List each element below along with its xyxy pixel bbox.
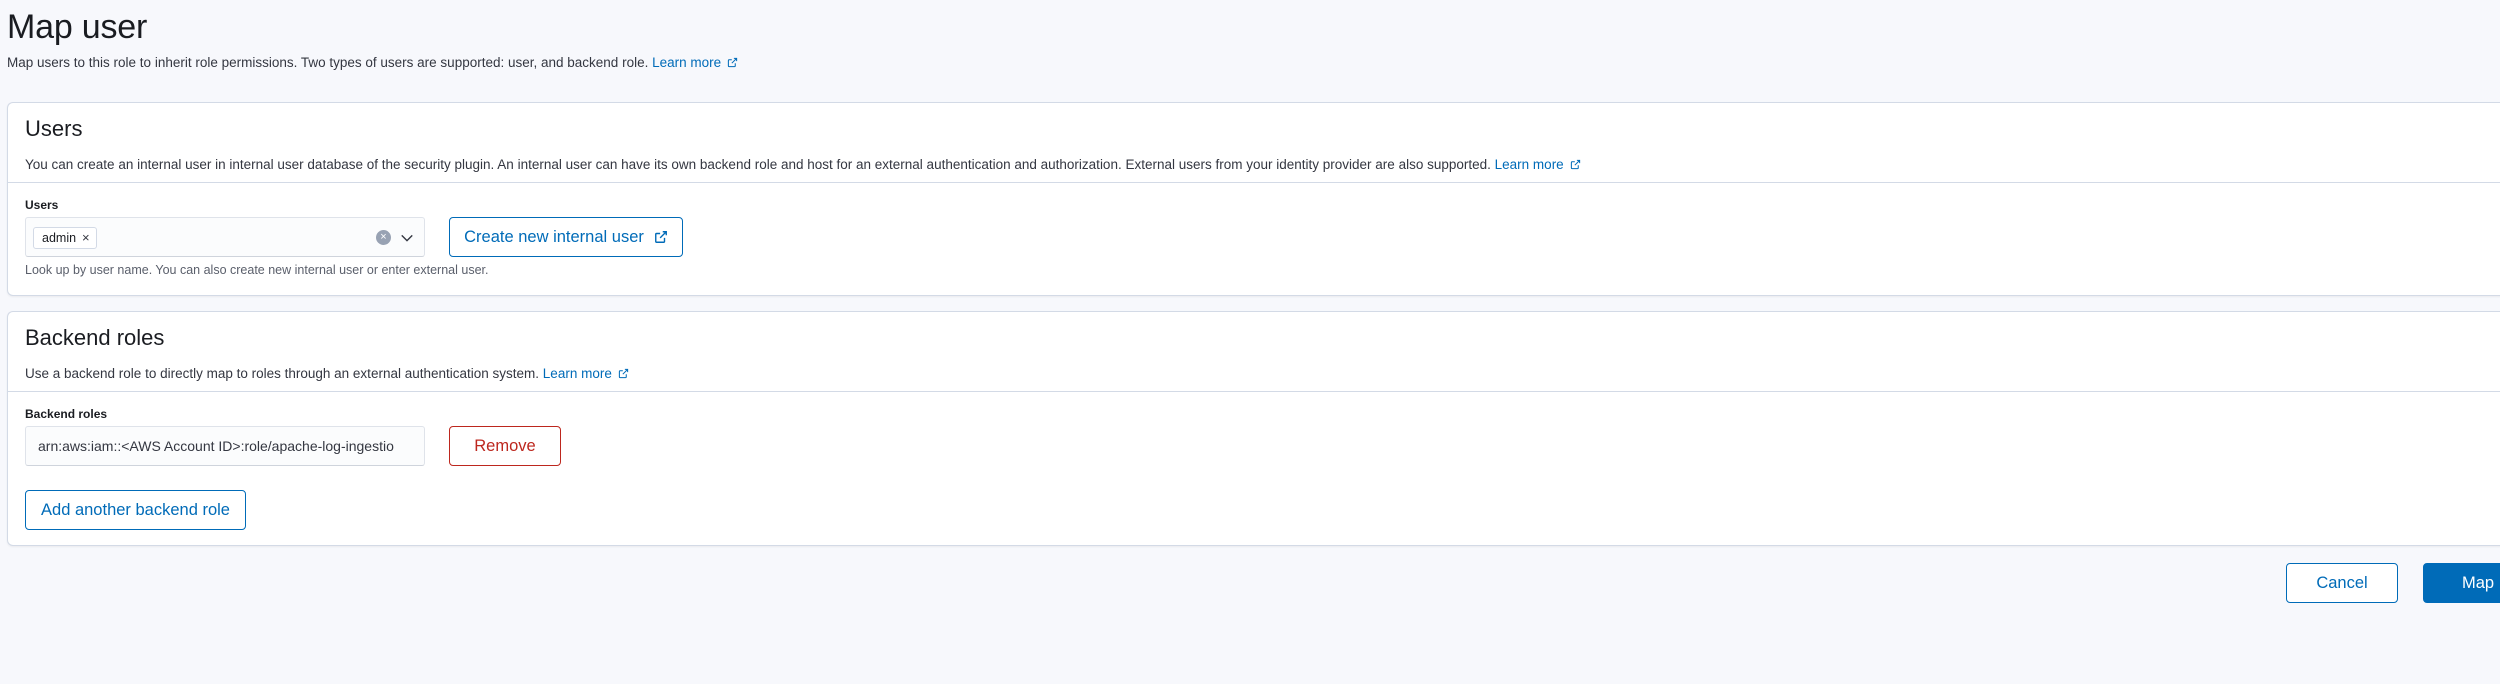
users-learn-more-link[interactable]: Learn more: [1495, 157, 1581, 172]
page-learn-more-label: Learn more: [652, 55, 722, 70]
create-internal-user-button[interactable]: Create new internal user: [449, 217, 683, 257]
add-backend-role-button[interactable]: Add another backend role: [25, 490, 246, 530]
backend-learn-more-link[interactable]: Learn more: [543, 366, 629, 381]
remove-backend-role-button[interactable]: Remove: [449, 426, 561, 466]
external-link-icon: [1570, 159, 1580, 170]
backend-role-input[interactable]: [25, 426, 425, 466]
users-panel: Users You can create an internal user in…: [7, 102, 2500, 296]
page-title: Map user: [7, 8, 148, 46]
chevron-down-icon[interactable]: [400, 231, 414, 245]
backend-roles-description-text: Use a backend role to directly map to ro…: [25, 366, 540, 381]
page-description: Map users to this role to inherit role p…: [7, 55, 738, 70]
backend-learn-more-label: Learn more: [542, 366, 612, 381]
backend-roles-panel: Backend roles Use a backend role to dire…: [7, 311, 2500, 546]
user-chip-admin: admin ×: [33, 227, 97, 249]
close-icon[interactable]: ×: [82, 228, 90, 248]
cancel-button[interactable]: Cancel: [2286, 563, 2398, 603]
users-learn-more-label: Learn more: [1494, 157, 1564, 172]
users-panel-description: You can create an internal user in inter…: [25, 157, 1581, 172]
page-learn-more-link[interactable]: Learn more: [652, 55, 738, 70]
page-description-text: Map users to this role to inherit role p…: [7, 55, 649, 70]
users-panel-description-text: You can create an internal user in inter…: [25, 157, 1491, 172]
create-internal-user-label: Create new internal user: [464, 227, 644, 246]
user-chip-label: admin: [42, 231, 77, 245]
backend-roles-panel-description: Use a backend role to directly map to ro…: [25, 366, 629, 381]
users-help-text: Look up by user name. You can also creat…: [25, 263, 489, 277]
users-field-label: Users: [25, 198, 59, 212]
external-link-icon: [728, 57, 738, 68]
map-button[interactable]: Map: [2423, 563, 2500, 603]
clear-icon[interactable]: ×: [376, 230, 391, 245]
external-link-icon: [618, 368, 628, 379]
users-panel-title: Users: [25, 116, 83, 141]
users-combobox[interactable]: admin × ×: [25, 217, 425, 257]
backend-roles-field-label: Backend roles: [25, 407, 108, 421]
backend-roles-panel-title: Backend roles: [25, 325, 165, 350]
backend-roles-panel-divider: [8, 391, 2500, 392]
users-panel-divider: [8, 182, 2500, 183]
external-link-icon: [654, 231, 667, 243]
